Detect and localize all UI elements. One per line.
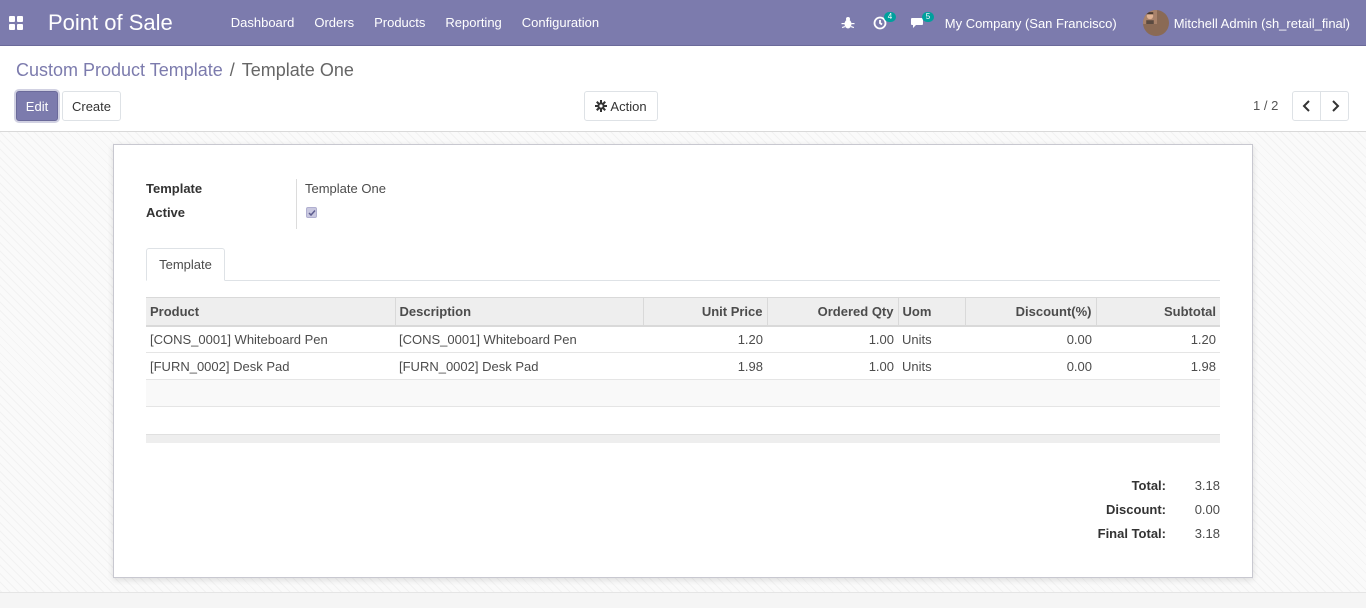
bottom-strip [0,592,1366,608]
control-panel: Custom Product Template / Template One E… [0,46,1366,132]
form-content-area: Template Active Template One Template Pr… [0,132,1366,608]
column-header-ordered-qty[interactable]: Ordered Qty [767,297,899,327]
table-footer [146,434,1220,443]
avatar [1142,10,1169,36]
cell-description: [CONS_0001] Whiteboard Pen [395,325,643,353]
menu-item-configuration[interactable]: Configuration [512,0,609,46]
cell-product: [FURN_0002] Desk Pad [146,352,395,380]
column-header-discount[interactable]: Discount(%) [965,297,1097,327]
empty-table-row [146,379,1220,407]
cell-description: [FURN_0002] Desk Pad [395,352,643,380]
activity-count-badge: 4 [883,12,897,22]
company-switcher[interactable]: My Company (San Francisco) [945,0,1143,46]
edit-button[interactable]: Edit [16,91,58,121]
systray: 4 5 My Company (San Francisco) Mitchell … [841,0,1366,46]
main-menu: Dashboard Orders Products Reporting Conf… [221,0,609,46]
total-value: 3.18 [1194,477,1220,493]
cell-unit-price: 1.98 [643,352,767,380]
column-header-unit-price[interactable]: Unit Price [643,297,768,327]
tab-template[interactable]: Template [146,248,225,281]
final-total-value: 3.18 [1194,525,1220,541]
totals-summary: Total: 3.18 Discount: 0.00 Final Total: … [1064,473,1220,545]
pager-next-button[interactable] [1320,91,1349,121]
discount-row: Discount: 0.00 [1064,497,1220,521]
discount-value: 0.00 [1194,501,1220,517]
breadcrumb-parent-link[interactable]: Custom Product Template [16,60,223,81]
chevron-right-icon [1331,100,1339,112]
column-header-subtotal[interactable]: Subtotal [1096,297,1220,327]
menu-item-dashboard[interactable]: Dashboard [221,0,305,46]
user-menu[interactable]: Mitchell Admin (sh_retail_final) [1142,0,1366,46]
checkmark-icon [307,209,316,216]
total-label: Total: [1131,477,1166,493]
cell-discount: 0.00 [965,325,1096,353]
cell-discount: 0.00 [965,352,1096,380]
action-button-label: Action [610,98,647,114]
active-field-label: Active [146,205,186,220]
debug-bug-icon[interactable] [841,0,865,46]
messages-chat-icon[interactable]: 5 [903,0,945,46]
form-sheet: Template Active Template One Template Pr… [113,144,1253,578]
column-header-uom[interactable]: Uom [898,297,966,327]
user-name: Mitchell Admin (sh_retail_final) [1173,15,1350,31]
top-navbar: Point of Sale Dashboard Orders Products … [0,0,1366,46]
app-title[interactable]: Point of Sale [48,10,173,36]
cell-subtotal: 1.98 [1096,352,1220,380]
table-row[interactable]: [CONS_0001] Whiteboard Pen [CONS_0001] W… [146,325,1220,353]
menu-item-orders[interactable]: Orders [304,0,364,46]
cell-unit-price: 1.20 [643,325,767,353]
active-checkbox[interactable] [306,207,317,218]
discount-label: Discount: [1106,501,1166,517]
create-button[interactable]: Create [62,91,121,121]
cell-ordered-qty: 1.00 [767,352,898,380]
pager-previous-button[interactable] [1292,91,1321,121]
final-total-row: Final Total: 3.18 [1064,521,1220,545]
action-button[interactable]: Action [584,91,658,121]
table-header-row: Product Description Unit Price Ordered Q… [146,297,1220,327]
menu-item-reporting[interactable]: Reporting [435,0,511,46]
breadcrumb-current: Template One [241,60,354,80]
total-row: Total: 3.18 [1064,473,1220,497]
chevron-left-icon [1302,100,1310,112]
pager-value[interactable]: 1 / 2 [1253,98,1278,113]
template-field-value: Template One [305,181,386,196]
tabs-divider [146,280,1220,281]
column-header-product[interactable]: Product [146,297,396,327]
cell-uom: Units [898,325,965,353]
template-field-label: Template [146,181,203,196]
apps-menu-icon[interactable] [0,0,32,46]
cell-product: [CONS_0001] Whiteboard Pen [146,325,395,353]
field-divider [296,179,297,229]
breadcrumb: Custom Product Template / Template One [16,60,354,81]
table-row[interactable]: [FURN_0002] Desk Pad [FURN_0002] Desk Pa… [146,352,1220,380]
cell-uom: Units [898,352,965,380]
breadcrumb-separator: / [229,60,235,80]
menu-item-products[interactable]: Products [364,0,435,46]
activity-clock-icon[interactable]: 4 [865,0,903,46]
gear-icon [595,100,608,112]
column-header-description[interactable]: Description [395,297,644,327]
template-lines-table: Product Description Unit Price Ordered Q… [146,297,1220,407]
cell-ordered-qty: 1.00 [767,325,898,353]
final-total-label: Final Total: [1097,525,1166,541]
message-count-badge: 5 [921,12,935,22]
cell-subtotal: 1.20 [1096,325,1220,353]
